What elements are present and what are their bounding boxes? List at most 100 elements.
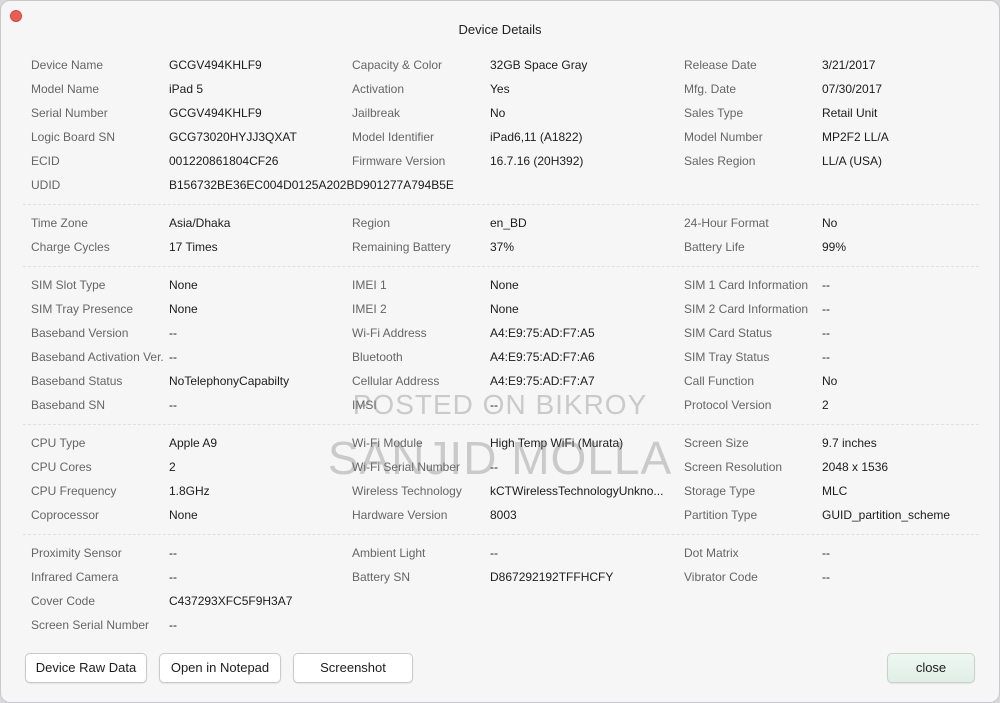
model-identifier-value: iPad6,11 (A1822) xyxy=(490,130,583,144)
sim-tray-status-value: -- xyxy=(822,350,830,364)
imei-2-label: IMEI 2 xyxy=(352,302,387,316)
protocol-version-label: Protocol Version xyxy=(684,398,772,412)
jailbreak-label: Jailbreak xyxy=(352,106,401,120)
activation-label: Activation xyxy=(352,82,405,96)
section-divider xyxy=(23,534,979,535)
model-name-value: iPad 5 xyxy=(169,82,204,96)
cpu-frequency-value: 1.8GHz xyxy=(169,484,210,498)
sim-card-status-value: -- xyxy=(822,326,830,340)
sim-card-status-label: SIM Card Status xyxy=(684,326,773,340)
imsi-label: IMSI xyxy=(352,398,377,412)
battery-life-label: Battery Life xyxy=(684,240,745,254)
section-divider xyxy=(23,424,979,425)
24-hour-format-label: 24-Hour Format xyxy=(684,216,769,230)
proximity-sensor-label: Proximity Sensor xyxy=(31,546,122,560)
details-row: Proximity Sensor -- Ambient Light -- Dot Mat… xyxy=(23,541,979,565)
screen-resolution-label: Screen Resolution xyxy=(684,460,783,474)
mfg-date-label: Mfg. Date xyxy=(684,82,737,96)
wi-fi-module-label: Wi-Fi Module xyxy=(352,436,423,450)
baseband-status-value: NoTelephonyCapabilty xyxy=(169,374,290,388)
details-row: Coprocessor None Hardware Version 8003 Parti… xyxy=(23,503,979,527)
details-row: Baseband Status NoTelephonyCapabilty Cellu… xyxy=(23,369,979,393)
sim-2-card-information-value: -- xyxy=(822,302,830,316)
bluetooth-value: A4:E9:75:AD:F7:A6 xyxy=(490,350,595,364)
jailbreak-value: No xyxy=(490,106,506,120)
charge-cycles-value: 17 Times xyxy=(169,240,218,254)
open-in-notepad-button[interactable]: Open in Notepad xyxy=(159,653,281,683)
model-identifier-label: Model Identifier xyxy=(352,130,435,144)
time-zone-value: Asia/Dhaka xyxy=(169,216,231,230)
battery-sn-label: Battery SN xyxy=(352,570,411,584)
wi-fi-module-value: High Temp WiFi (Murata) xyxy=(490,436,624,450)
release-date-label: Release Date xyxy=(684,58,757,72)
sim-tray-status-label: SIM Tray Status xyxy=(684,350,770,364)
ecid-value: 001220861804CF26 xyxy=(169,154,279,168)
storage-type-value: MLC xyxy=(822,484,848,498)
details-row: Baseband Version -- Wi-Fi Address A4:E9:75:… xyxy=(23,321,979,345)
sim-tray-presence-value: None xyxy=(169,302,198,316)
cover-code-label: Cover Code xyxy=(31,594,96,608)
imei-1-value: None xyxy=(490,278,519,292)
sales-type-label: Sales Type xyxy=(684,106,744,120)
screen-serial-number-value: -- xyxy=(169,618,177,632)
screen-serial-number-label: Screen Serial Number xyxy=(31,618,150,632)
details-row: Infrared Camera -- Battery SN D867292192TFF… xyxy=(23,565,979,589)
coprocessor-value: None xyxy=(169,508,198,522)
model-name-label: Model Name xyxy=(31,82,100,96)
baseband-version-label: Baseband Version xyxy=(31,326,129,340)
cpu-cores-label: CPU Cores xyxy=(31,460,92,474)
wi-fi-address-label: Wi-Fi Address xyxy=(352,326,427,340)
udid-label: UDID xyxy=(31,178,61,192)
device-name-label: Device Name xyxy=(31,58,104,72)
cpu-cores-value: 2 xyxy=(169,460,176,474)
details-row: Model Name iPad 5 Activation Yes Mfg. Date 07… xyxy=(23,77,979,101)
wi-fi-serial-number-label: Wi-Fi Serial Number xyxy=(352,460,461,474)
details-row: CPU Type Apple A9 Wi-Fi Module High Temp Wi… xyxy=(23,431,979,455)
details-row: SIM Tray Presence None IMEI 2 None SIM 2 Car… xyxy=(23,297,979,321)
region-label: Region xyxy=(352,216,391,230)
vibrator-code-label: Vibrator Code xyxy=(684,570,758,584)
partition-type-label: Partition Type xyxy=(684,508,758,522)
close-button[interactable]: close xyxy=(887,653,975,683)
charge-cycles-label: Charge Cycles xyxy=(31,240,110,254)
section-divider xyxy=(23,266,979,267)
screen-size-value: 9.7 inches xyxy=(822,436,877,450)
hardware-version-label: Hardware Version xyxy=(352,508,448,522)
wireless-technology-label: Wireless Technology xyxy=(352,484,462,498)
window-close-icon[interactable] xyxy=(10,10,22,22)
screenshot-button[interactable]: Screenshot xyxy=(293,653,413,683)
details-row: CPU Frequency 1.8GHz Wireless Technology kC… xyxy=(23,479,979,503)
details-row: Time Zone Asia/Dhaka Region en_BD 24-Hour Fo… xyxy=(23,211,979,235)
storage-type-label: Storage Type xyxy=(684,484,756,498)
details-row: Device Name GCGV494KHLF9 Capacity & Color 3… xyxy=(23,53,979,77)
activation-value: Yes xyxy=(490,82,510,96)
sales-region-label: Sales Region xyxy=(684,154,756,168)
firmware-version-value: 16.7.16 (20H392) xyxy=(490,154,584,168)
logic-board-sn-label: Logic Board SN xyxy=(31,130,116,144)
hardware-version-value: 8003 xyxy=(490,508,517,522)
model-number-label: Model Number xyxy=(684,130,763,144)
release-date-value: 3/21/2017 xyxy=(822,58,876,72)
device-details-window: Device Details Device Name GCGV494KHLF9 Ca… xyxy=(0,0,1000,703)
vibrator-code-value: -- xyxy=(822,570,830,584)
sales-type-value: Retail Unit xyxy=(822,106,878,120)
mfg-date-value: 07/30/2017 xyxy=(822,82,883,96)
capacity-color-label: Capacity & Color xyxy=(352,58,443,72)
details-row: Baseband Activation Ver. -- Bluetooth A4:E9… xyxy=(23,345,979,369)
baseband-sn-label: Baseband SN xyxy=(31,398,106,412)
dot-matrix-value: -- xyxy=(822,546,830,560)
cover-code-value: C437293XFC5F9H3A7 xyxy=(169,594,293,608)
remaining-battery-value: 37% xyxy=(490,240,515,254)
sim-slot-type-label: SIM Slot Type xyxy=(31,278,106,292)
details-row: ECID 001220861804CF26 Firmware Version 16.7… xyxy=(23,149,979,173)
coprocessor-label: Coprocessor xyxy=(31,508,100,522)
device-raw-data-button[interactable]: Device Raw Data xyxy=(25,653,147,683)
wi-fi-serial-number-value: -- xyxy=(490,460,498,474)
battery-sn-value: D867292192TFFHCFY xyxy=(490,570,614,584)
sales-region-value: LL/A (USA) xyxy=(822,154,883,168)
baseband-version-value: -- xyxy=(169,326,177,340)
window-title: Device Details xyxy=(458,22,542,37)
baseband-status-label: Baseband Status xyxy=(31,374,123,388)
imei-2-value: None xyxy=(490,302,519,316)
infrared-camera-label: Infrared Camera xyxy=(31,570,119,584)
